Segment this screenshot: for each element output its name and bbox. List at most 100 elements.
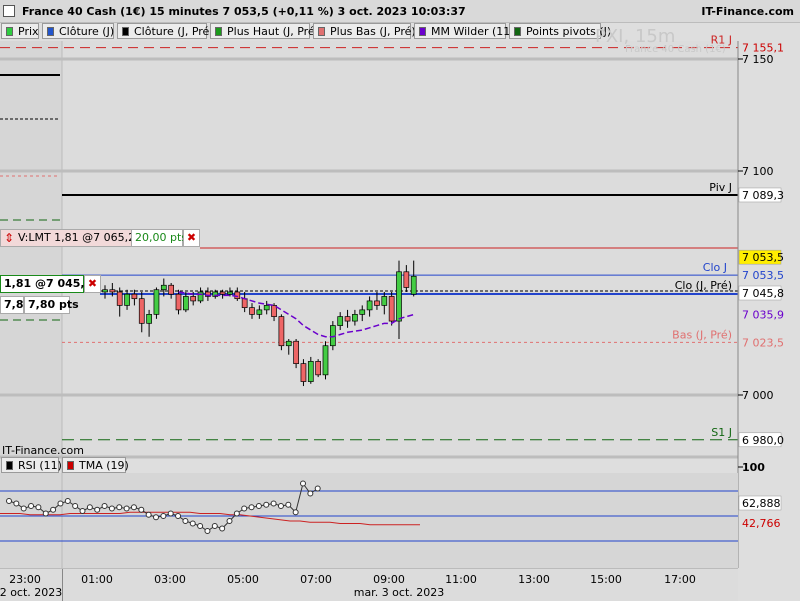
position-label[interactable]: 1,81 @7 045,2 [0, 275, 92, 293]
rsi-point [123, 505, 130, 512]
rsi-point [219, 525, 226, 532]
time-tick: 07:00 [300, 573, 332, 586]
candle-body [366, 300, 373, 311]
position-points-text: 7,80 pts [28, 298, 79, 311]
limit-order-points: 20,00 pts [131, 229, 187, 247]
rsi-point [94, 506, 101, 513]
candle-body [109, 289, 116, 293]
candle-body [219, 291, 226, 295]
candle-body [160, 284, 167, 291]
close-icon[interactable]: ✖ [183, 229, 200, 247]
candle-body [116, 291, 123, 306]
rsi-point [35, 504, 42, 511]
time-day-separator [62, 569, 63, 601]
price-label: 7 053,5 [742, 251, 784, 264]
price-tick-label: 7 100 [742, 165, 774, 178]
candle-body [315, 361, 321, 376]
candle-body [234, 291, 241, 300]
time-tick: 15:00 [590, 573, 622, 586]
time-tick: 11:00 [445, 573, 477, 586]
watermark-sub: France 40 Cash (1€) [625, 44, 726, 55]
date-label-center: mar. 3 oct. 2023 [353, 586, 445, 599]
candle-body [227, 291, 233, 295]
rsi-point [145, 511, 152, 518]
candle-body [344, 316, 351, 322]
time-tick: 05:00 [227, 573, 259, 586]
price-tick-label: 7 000 [742, 389, 774, 402]
low-prev-tag: Bas (J, Pré) [672, 328, 732, 341]
rsi-point [101, 503, 108, 509]
indicator-label: TMA (19) [79, 459, 129, 472]
candle-body [146, 314, 152, 324]
close-prev-tag: Clo (J, Pré) [675, 279, 732, 292]
rsi-point [189, 520, 196, 527]
pivot-tag: Piv J [709, 181, 732, 194]
rsi-point [57, 500, 64, 507]
candle-body [190, 296, 197, 302]
candle-body [381, 296, 388, 306]
rsi-point [130, 504, 137, 511]
indicator-legend-item[interactable]: TMA (19) [62, 457, 129, 473]
price-axis [738, 41, 800, 568]
limit-order-text: V:LMT 1,81 @7 065,2 [18, 231, 136, 244]
candle-body [168, 284, 174, 295]
time-axis: 23:00 01:00 03:00 05:00 07:00 09:00 11:00 13:00… [0, 568, 738, 601]
rsi-point [182, 518, 189, 524]
rsi-point [86, 504, 93, 511]
s1-tag: S1 J [711, 426, 732, 439]
candle-body [359, 309, 366, 315]
time-tick: 01:00 [81, 573, 113, 586]
candle-body [249, 307, 255, 315]
time-tick: 23:00 [9, 573, 41, 586]
candle-body [197, 291, 204, 302]
close-position-icon[interactable]: ✖ [84, 275, 101, 293]
price-tick-label: 7 150 [742, 53, 774, 66]
rsi-point [255, 503, 262, 509]
candle-body [322, 345, 329, 376]
price-label: 7 035,9 [742, 309, 784, 322]
chart-canvas[interactable]: R1 JPiv JClo JClo (J, Pré)Bas (J, Pré)S1… [0, 0, 800, 600]
time-tick: 03:00 [154, 573, 186, 586]
candle-body [388, 296, 395, 322]
rsi-point [42, 510, 49, 517]
time-tick: 17:00 [664, 573, 696, 586]
date-label-left: 2 oct. 2023 [0, 586, 63, 599]
price-label: 62,888 [742, 497, 781, 510]
candle-body [300, 363, 307, 382]
rsi-point [285, 501, 292, 508]
rsi-point [292, 509, 299, 516]
rsi-point [277, 503, 284, 509]
price-label: 7 155,1 [742, 42, 784, 55]
indicator-swatch [67, 461, 74, 470]
indicator-legend-item[interactable]: RSI (11) [1, 457, 62, 473]
candle-body [241, 298, 248, 308]
rsi-point [138, 506, 145, 513]
close-j-tag: Clo J [703, 261, 727, 274]
candle-body [138, 298, 145, 324]
rsi-point [79, 508, 86, 514]
drag-handle-icon[interactable]: ⇕ [4, 230, 14, 246]
candle-body [337, 316, 344, 326]
rsi-point [167, 510, 174, 517]
rsi-point [13, 500, 20, 507]
limit-order-label[interactable]: ⇕ V:LMT 1,81 @7 065,2 [0, 229, 136, 247]
price-label: 7 089,3 [742, 189, 784, 202]
candle-body [374, 300, 380, 306]
rsi-point [241, 505, 248, 512]
rsi-point [72, 503, 79, 509]
rsi-point [6, 498, 12, 504]
time-tick: 13:00 [518, 573, 550, 586]
position-qty: 7,8 [0, 296, 24, 314]
candle-body [131, 293, 138, 300]
candle-body [263, 305, 270, 311]
indicator-label: RSI (11) [18, 459, 62, 472]
candle-body [285, 340, 292, 347]
candle-body [102, 289, 108, 293]
footer-brand: IT-Finance.com [2, 444, 84, 457]
price-tick-label: 100 [742, 461, 765, 474]
rsi-point [248, 504, 255, 511]
price-label: 7 023,5 [742, 336, 784, 349]
rsi-point [314, 485, 321, 492]
candle-body [278, 316, 285, 347]
price-label: 6 980,0 [742, 434, 784, 447]
